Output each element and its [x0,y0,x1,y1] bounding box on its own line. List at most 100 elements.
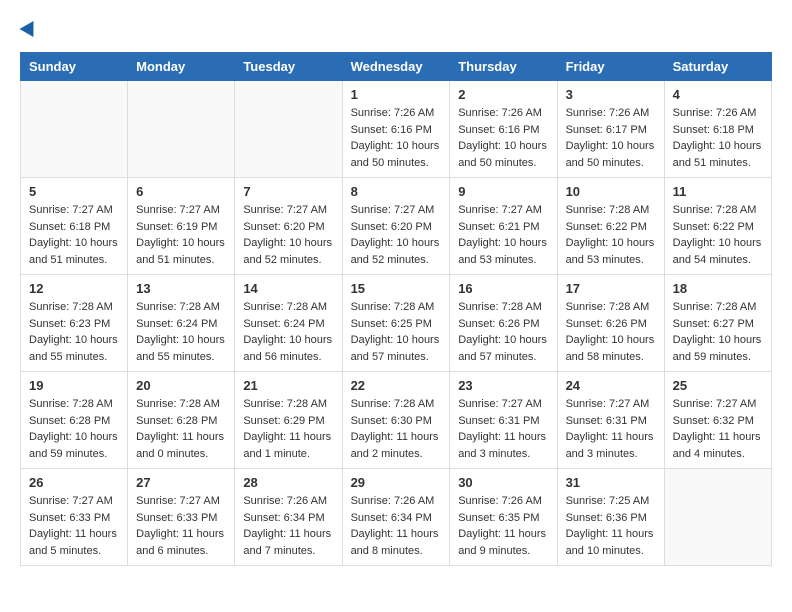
calendar-cell: 13 Sunrise: 7:28 AM Sunset: 6:24 PM Dayli… [128,275,235,372]
day-number: 10 [566,184,656,199]
calendar-header-wednesday: Wednesday [342,53,450,81]
day-number: 13 [136,281,226,296]
day-number: 28 [243,475,333,490]
day-info: Sunrise: 7:27 AM Sunset: 6:31 PM Dayligh… [458,396,548,462]
day-info: Sunrise: 7:28 AM Sunset: 6:26 PM Dayligh… [566,299,656,365]
logo-triangle-icon [20,17,41,37]
week-row-4: 19Sunrise: 7:28 AM Sunset: 6:28 PM Dayli… [21,372,772,469]
day-info: Sunrise: 7:27 AM Sunset: 6:21 PM Dayligh… [458,202,548,268]
day-info: Sunrise: 7:27 AM Sunset: 6:20 PM Dayligh… [243,202,333,268]
calendar-cell: 23 Sunrise: 7:27 AM Sunset: 6:31 PM Dayli… [450,372,557,469]
day-number: 9 [458,184,548,199]
calendar-cell: 29Sunrise: 7:26 AM Sunset: 6:34 PM Dayli… [342,469,450,566]
day-info: Sunrise: 7:28 AM Sunset: 6:27 PM Dayligh… [673,299,763,365]
day-number: 22 [351,378,442,393]
day-number: 5 [29,184,119,199]
day-info: Sunrise: 7:28 AM Sunset: 6:30 PM Dayligh… [351,396,442,462]
day-info: Sunrise: 7:27 AM Sunset: 6:19 PM Dayligh… [136,202,226,268]
calendar-cell: 9 Sunrise: 7:27 AM Sunset: 6:21 PM Daylig… [450,178,557,275]
day-info: Sunrise: 7:28 AM Sunset: 6:26 PM Dayligh… [458,299,548,365]
calendar-cell [128,81,235,178]
calendar-cell [664,469,771,566]
day-info: Sunrise: 7:26 AM Sunset: 6:16 PM Dayligh… [458,105,548,171]
day-info: Sunrise: 7:28 AM Sunset: 6:22 PM Dayligh… [673,202,763,268]
day-info: Sunrise: 7:27 AM Sunset: 6:33 PM Dayligh… [136,493,226,559]
day-info: Sunrise: 7:28 AM Sunset: 6:24 PM Dayligh… [136,299,226,365]
calendar-cell: 24 Sunrise: 7:27 AM Sunset: 6:31 PM Dayli… [557,372,664,469]
calendar-cell: 17 Sunrise: 7:28 AM Sunset: 6:26 PM Dayli… [557,275,664,372]
calendar-header-tuesday: Tuesday [235,53,342,81]
calendar-cell: 27 Sunrise: 7:27 AM Sunset: 6:33 PM Dayli… [128,469,235,566]
calendar-cell: 30 Sunrise: 7:26 AM Sunset: 6:35 PM Dayli… [450,469,557,566]
day-info: Sunrise: 7:27 AM Sunset: 6:31 PM Dayligh… [566,396,656,462]
calendar-table: SundayMondayTuesdayWednesdayThursdayFrid… [20,52,772,566]
day-info: Sunrise: 7:28 AM Sunset: 6:28 PM Dayligh… [136,396,226,462]
calendar-cell: 22 Sunrise: 7:28 AM Sunset: 6:30 PM Dayli… [342,372,450,469]
calendar-cell: 31 Sunrise: 7:25 AM Sunset: 6:36 PM Dayli… [557,469,664,566]
calendar-cell: 8Sunrise: 7:27 AM Sunset: 6:20 PM Daylig… [342,178,450,275]
day-number: 2 [458,87,548,102]
calendar-header-sunday: Sunday [21,53,128,81]
calendar-cell: 14 Sunrise: 7:28 AM Sunset: 6:24 PM Dayli… [235,275,342,372]
calendar-cell: 12Sunrise: 7:28 AM Sunset: 6:23 PM Dayli… [21,275,128,372]
day-info: Sunrise: 7:25 AM Sunset: 6:36 PM Dayligh… [566,493,656,559]
day-info: Sunrise: 7:27 AM Sunset: 6:18 PM Dayligh… [29,202,119,268]
calendar-cell: 21 Sunrise: 7:28 AM Sunset: 6:29 PM Dayli… [235,372,342,469]
day-number: 1 [351,87,442,102]
day-number: 3 [566,87,656,102]
calendar-cell: 28 Sunrise: 7:26 AM Sunset: 6:34 PM Dayli… [235,469,342,566]
day-number: 8 [351,184,442,199]
day-info: Sunrise: 7:26 AM Sunset: 6:18 PM Dayligh… [673,105,763,171]
week-row-5: 26 Sunrise: 7:27 AM Sunset: 6:33 PM Dayli… [21,469,772,566]
day-number: 17 [566,281,656,296]
day-number: 30 [458,475,548,490]
day-number: 29 [351,475,442,490]
calendar-cell: 5 Sunrise: 7:27 AM Sunset: 6:18 PM Daylig… [21,178,128,275]
calendar-cell: 16 Sunrise: 7:28 AM Sunset: 6:26 PM Dayli… [450,275,557,372]
calendar-cell: 10 Sunrise: 7:28 AM Sunset: 6:22 PM Dayli… [557,178,664,275]
day-number: 16 [458,281,548,296]
day-number: 4 [673,87,763,102]
calendar-header-friday: Friday [557,53,664,81]
day-number: 18 [673,281,763,296]
day-info: Sunrise: 7:28 AM Sunset: 6:29 PM Dayligh… [243,396,333,462]
calendar-header-saturday: Saturday [664,53,771,81]
day-number: 23 [458,378,548,393]
calendar-cell: 15 Sunrise: 7:28 AM Sunset: 6:25 PM Dayli… [342,275,450,372]
calendar-cell: 20Sunrise: 7:28 AM Sunset: 6:28 PM Dayli… [128,372,235,469]
day-info: Sunrise: 7:26 AM Sunset: 6:16 PM Dayligh… [351,105,442,171]
day-number: 21 [243,378,333,393]
calendar-cell: 11Sunrise: 7:28 AM Sunset: 6:22 PM Dayli… [664,178,771,275]
page-header [20,20,772,36]
calendar-header-thursday: Thursday [450,53,557,81]
calendar-cell: 25 Sunrise: 7:27 AM Sunset: 6:32 PM Dayli… [664,372,771,469]
day-info: Sunrise: 7:26 AM Sunset: 6:35 PM Dayligh… [458,493,548,559]
day-info: Sunrise: 7:27 AM Sunset: 6:32 PM Dayligh… [673,396,763,462]
day-info: Sunrise: 7:28 AM Sunset: 6:25 PM Dayligh… [351,299,442,365]
day-number: 24 [566,378,656,393]
calendar-cell: 4 Sunrise: 7:26 AM Sunset: 6:18 PM Daylig… [664,81,771,178]
calendar-header-row: SundayMondayTuesdayWednesdayThursdayFrid… [21,53,772,81]
calendar-cell: 7 Sunrise: 7:27 AM Sunset: 6:20 PM Daylig… [235,178,342,275]
day-number: 15 [351,281,442,296]
day-number: 27 [136,475,226,490]
day-number: 6 [136,184,226,199]
calendar-cell: 6 Sunrise: 7:27 AM Sunset: 6:19 PM Daylig… [128,178,235,275]
calendar-cell: 19Sunrise: 7:28 AM Sunset: 6:28 PM Dayli… [21,372,128,469]
day-info: Sunrise: 7:28 AM Sunset: 6:22 PM Dayligh… [566,202,656,268]
day-info: Sunrise: 7:28 AM Sunset: 6:24 PM Dayligh… [243,299,333,365]
week-row-3: 12Sunrise: 7:28 AM Sunset: 6:23 PM Dayli… [21,275,772,372]
calendar-header-monday: Monday [128,53,235,81]
day-number: 26 [29,475,119,490]
day-info: Sunrise: 7:28 AM Sunset: 6:23 PM Dayligh… [29,299,119,365]
calendar-cell [235,81,342,178]
day-number: 7 [243,184,333,199]
day-number: 14 [243,281,333,296]
day-info: Sunrise: 7:26 AM Sunset: 6:34 PM Dayligh… [243,493,333,559]
calendar-cell: 26Sunrise: 7:27 AM Sunset: 6:33 PM Dayli… [21,469,128,566]
day-number: 25 [673,378,763,393]
calendar-cell: 3Sunrise: 7:26 AM Sunset: 6:17 PM Daylig… [557,81,664,178]
day-number: 31 [566,475,656,490]
week-row-1: 1 Sunrise: 7:26 AM Sunset: 6:16 PM Daylig… [21,81,772,178]
calendar-cell [21,81,128,178]
